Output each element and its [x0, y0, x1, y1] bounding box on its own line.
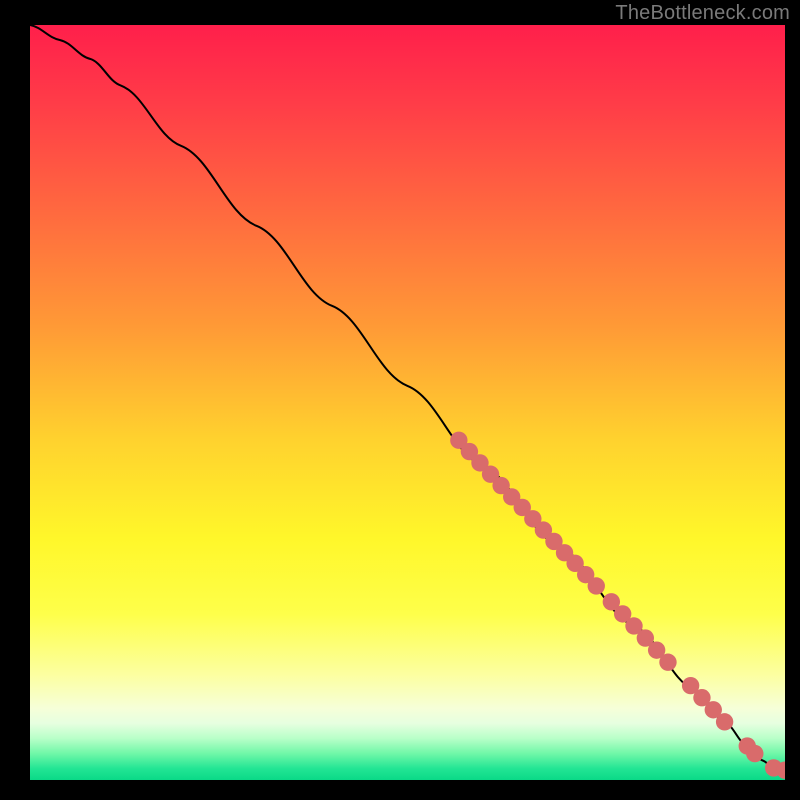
data-marker [588, 577, 605, 594]
data-marker [659, 654, 676, 671]
chart-stage: TheBottleneck.com [0, 0, 800, 800]
data-marker [716, 713, 733, 730]
attribution-text: TheBottleneck.com [615, 2, 790, 25]
bottleneck-chart [30, 25, 785, 780]
data-marker [746, 745, 763, 762]
